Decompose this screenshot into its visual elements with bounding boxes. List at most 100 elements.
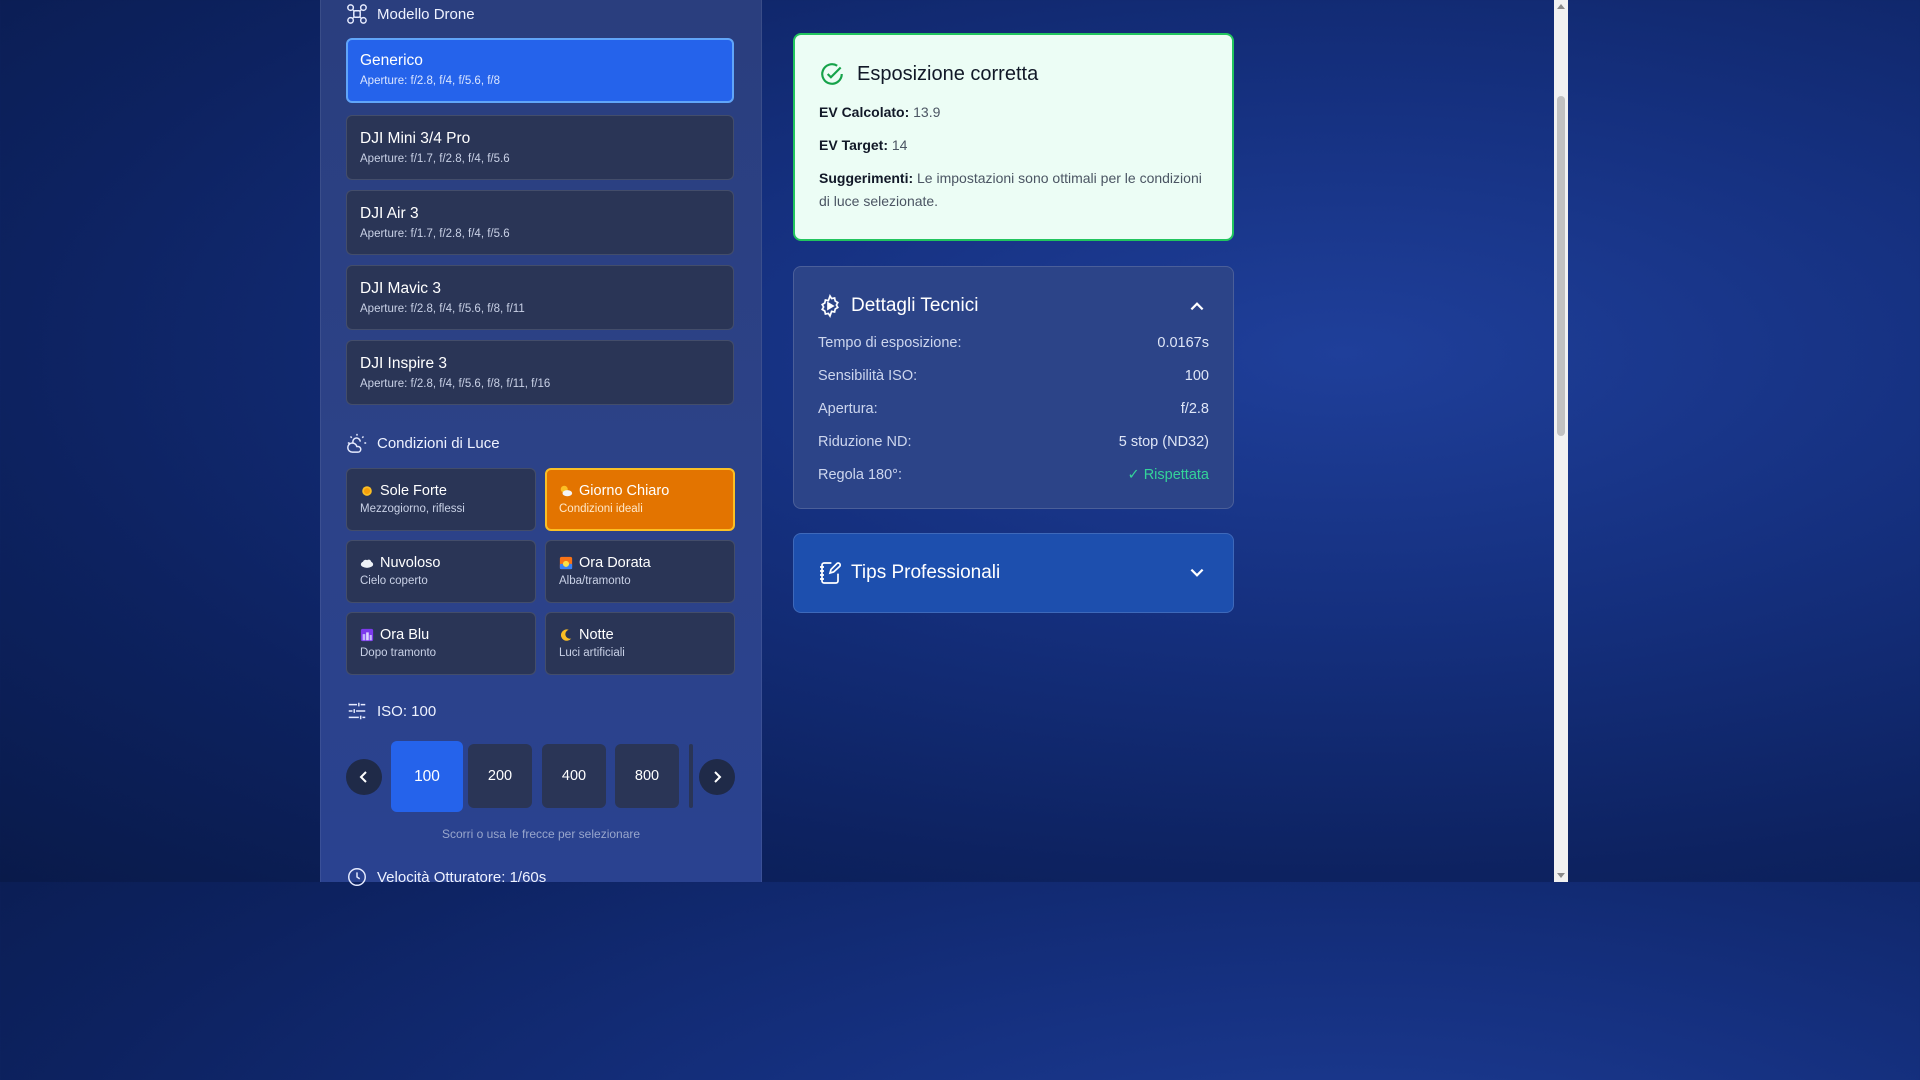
light-option-desc: Condizioni ideali: [559, 503, 643, 515]
drone-option-dji-mavic[interactable]: DJI Mavic 3 Aperture: f/2.8, f/4, f/5.6,…: [346, 265, 734, 330]
drone-option-dji-air[interactable]: DJI Air 3 Aperture: f/1.7, f/2.8, f/4, f…: [346, 190, 734, 255]
sun-cloud-icon: [347, 433, 367, 453]
iso-hint: Scorri o usa le frecce per selezionare: [441, 827, 641, 841]
light-option-name: Ora Dorata: [579, 555, 651, 571]
light-option-desc: Luci artificiali: [559, 647, 625, 659]
iso-option-800[interactable]: 800: [615, 744, 679, 808]
detail-label: Apertura:: [818, 401, 878, 417]
shutter-title: Velocità Otturatore: 1/60s: [377, 868, 547, 886]
drone-option-dji-inspire[interactable]: DJI Inspire 3 Aperture: f/2.8, f/4, f/5.…: [346, 340, 734, 405]
detail-row-iso: Sensibilità ISO: 100: [818, 368, 1209, 384]
exposure-title: Esposizione corretta: [857, 62, 1039, 85]
chevron-down-icon[interactable]: [1188, 564, 1206, 582]
light-section-header: Condizioni di Luce: [346, 432, 500, 454]
page-scrollbar[interactable]: [1554, 0, 1568, 882]
technical-details-title: Dettagli Tecnici: [851, 295, 979, 316]
light-option-sole-forte[interactable]: Sole Forte Mezzogiorno, riflessi: [346, 468, 536, 531]
iso-option-100[interactable]: 100: [391, 741, 463, 812]
light-option-desc: Mezzogiorno, riflessi: [360, 503, 465, 515]
drone-apertures: Aperture: f/1.7, f/2.8, f/4, f/5.6: [360, 228, 510, 240]
cloud-icon: [360, 559, 374, 568]
exposure-title-row: Esposizione corretta: [819, 61, 1208, 87]
scroll-down-arrow[interactable]: [1557, 873, 1565, 878]
detail-label: Sensibilità ISO:: [818, 368, 918, 384]
detail-value: f/2.8: [1180, 401, 1209, 417]
check-circle-icon: [821, 63, 843, 85]
exposure-result-card: Esposizione corretta EV Calcolato: 13.9 …: [793, 33, 1234, 241]
detail-value: 100: [1184, 368, 1209, 384]
detail-label: Riduzione ND:: [818, 434, 912, 450]
iso-prev-button[interactable]: [346, 759, 382, 795]
clock-icon: [348, 868, 366, 886]
drone-section-title: Modello Drone: [377, 5, 475, 23]
chevron-up-icon[interactable]: [1188, 297, 1206, 315]
light-option-name: Giorno Chiaro: [579, 483, 670, 499]
scroll-up-arrow[interactable]: [1557, 4, 1565, 9]
drone-name: DJI Mavic 3: [360, 280, 441, 297]
technical-details-header[interactable]: Dettagli Tecnici: [818, 294, 978, 318]
iso-option-partial: [689, 744, 693, 808]
drone-apertures: Aperture: f/2.8, f/4, f/5.6, f/8, f/11, …: [360, 378, 551, 390]
ev-target-value: 14: [891, 137, 908, 153]
sun-icon: [362, 486, 372, 496]
detail-label: Regola 180°:: [818, 467, 902, 483]
detail-row-180-rule: Regola 180°: ✓ Rispettata: [818, 467, 1209, 483]
detail-row-nd: Riduzione ND: 5 stop (ND32): [818, 434, 1209, 450]
sunset-icon: [559, 556, 573, 570]
scrollbar-thumb[interactable]: [1557, 96, 1565, 436]
drone-name: DJI Inspire 3: [360, 355, 448, 372]
drone-apertures: Aperture: f/1.7, f/2.8, f/4, f/5.6: [360, 153, 510, 165]
ev-target-row: EV Target: 14: [819, 134, 1208, 157]
ev-calc-row: EV Calcolato: 13.9: [819, 101, 1208, 124]
ev-target-label: EV Target:: [819, 137, 888, 153]
iso-title: ISO: 100: [377, 702, 437, 720]
ev-calc-value: 13.9: [913, 104, 941, 120]
settings-panel: Modello Drone Generico Aperture: f/2.8, …: [320, 0, 762, 886]
pro-tips-title: Tips Professionali: [851, 562, 1001, 583]
light-option-name: Nuvoloso: [380, 555, 441, 571]
technical-details-card: Dettagli Tecnici Tempo di esposizione: 0…: [793, 266, 1234, 509]
pro-tips-header: Tips Professionali: [818, 561, 1000, 585]
drone-name: DJI Air 3: [360, 205, 419, 222]
light-option-giorno-chiaro[interactable]: Giorno Chiaro Condizioni ideali: [545, 468, 735, 531]
light-option-desc: Alba/tramonto: [559, 575, 631, 587]
drone-apertures: Aperture: f/2.8, f/4, f/5.6, f/8, f/11: [360, 303, 525, 315]
pro-tips-card[interactable]: Tips Professionali: [793, 533, 1234, 613]
light-option-name: Ora Blu: [380, 627, 430, 643]
sliders-icon: [348, 702, 366, 720]
light-option-desc: Dopo tramonto: [360, 647, 437, 659]
drone-option-generico[interactable]: Generico Aperture: f/2.8, f/4, f/5.6, f/…: [346, 38, 734, 103]
light-option-ora-blu[interactable]: Ora Blu Dopo tramonto: [346, 612, 536, 675]
shutter-section-header: Velocità Otturatore: 1/60s: [346, 866, 546, 888]
suggestions-label: Suggerimenti:: [819, 170, 914, 186]
iso-option-200[interactable]: 200: [468, 744, 532, 808]
light-option-ora-dorata[interactable]: Ora Dorata Alba/tramonto: [545, 540, 735, 603]
drone-name: Generico: [360, 52, 423, 69]
detail-value-ok: ✓ Rispettata: [1127, 467, 1209, 483]
gear-icon: [821, 294, 839, 318]
chevron-left-icon: [359, 771, 367, 783]
light-option-name: Sole Forte: [380, 483, 447, 499]
light-section-title: Condizioni di Luce: [377, 434, 500, 452]
light-option-desc: Cielo coperto: [360, 575, 428, 587]
detail-value: 5 stop (ND32): [1118, 434, 1209, 450]
notebook-pen-icon: [820, 562, 842, 584]
iso-option-400[interactable]: 400: [542, 744, 606, 808]
iso-section-header: ISO: 100: [346, 700, 436, 722]
detail-label: Tempo di esposizione:: [818, 335, 962, 351]
light-option-name: Notte: [579, 627, 614, 643]
sun-cloud-icon: [560, 485, 573, 497]
suggestions-row: Suggerimenti: Le impostazioni sono ottim…: [819, 167, 1208, 213]
light-option-nuvoloso[interactable]: Nuvoloso Cielo coperto: [346, 540, 536, 603]
drone-name: DJI Mini 3/4 Pro: [360, 130, 471, 147]
drone-option-dji-mini[interactable]: DJI Mini 3/4 Pro Aperture: f/1.7, f/2.8,…: [346, 115, 734, 180]
detail-row-exposure-time: Tempo di esposizione: 0.0167s: [818, 335, 1209, 351]
detail-value: 0.0167s: [1157, 335, 1209, 351]
drone-section-header: Modello Drone: [346, 3, 475, 25]
chevron-right-icon: [714, 771, 722, 783]
detail-row-aperture: Apertura: f/2.8: [818, 401, 1209, 417]
iso-next-button[interactable]: [699, 759, 735, 795]
drone-icon: [347, 4, 367, 24]
ev-calc-label: EV Calcolato:: [819, 104, 910, 120]
light-option-notte[interactable]: Notte Luci artificiali: [545, 612, 735, 675]
